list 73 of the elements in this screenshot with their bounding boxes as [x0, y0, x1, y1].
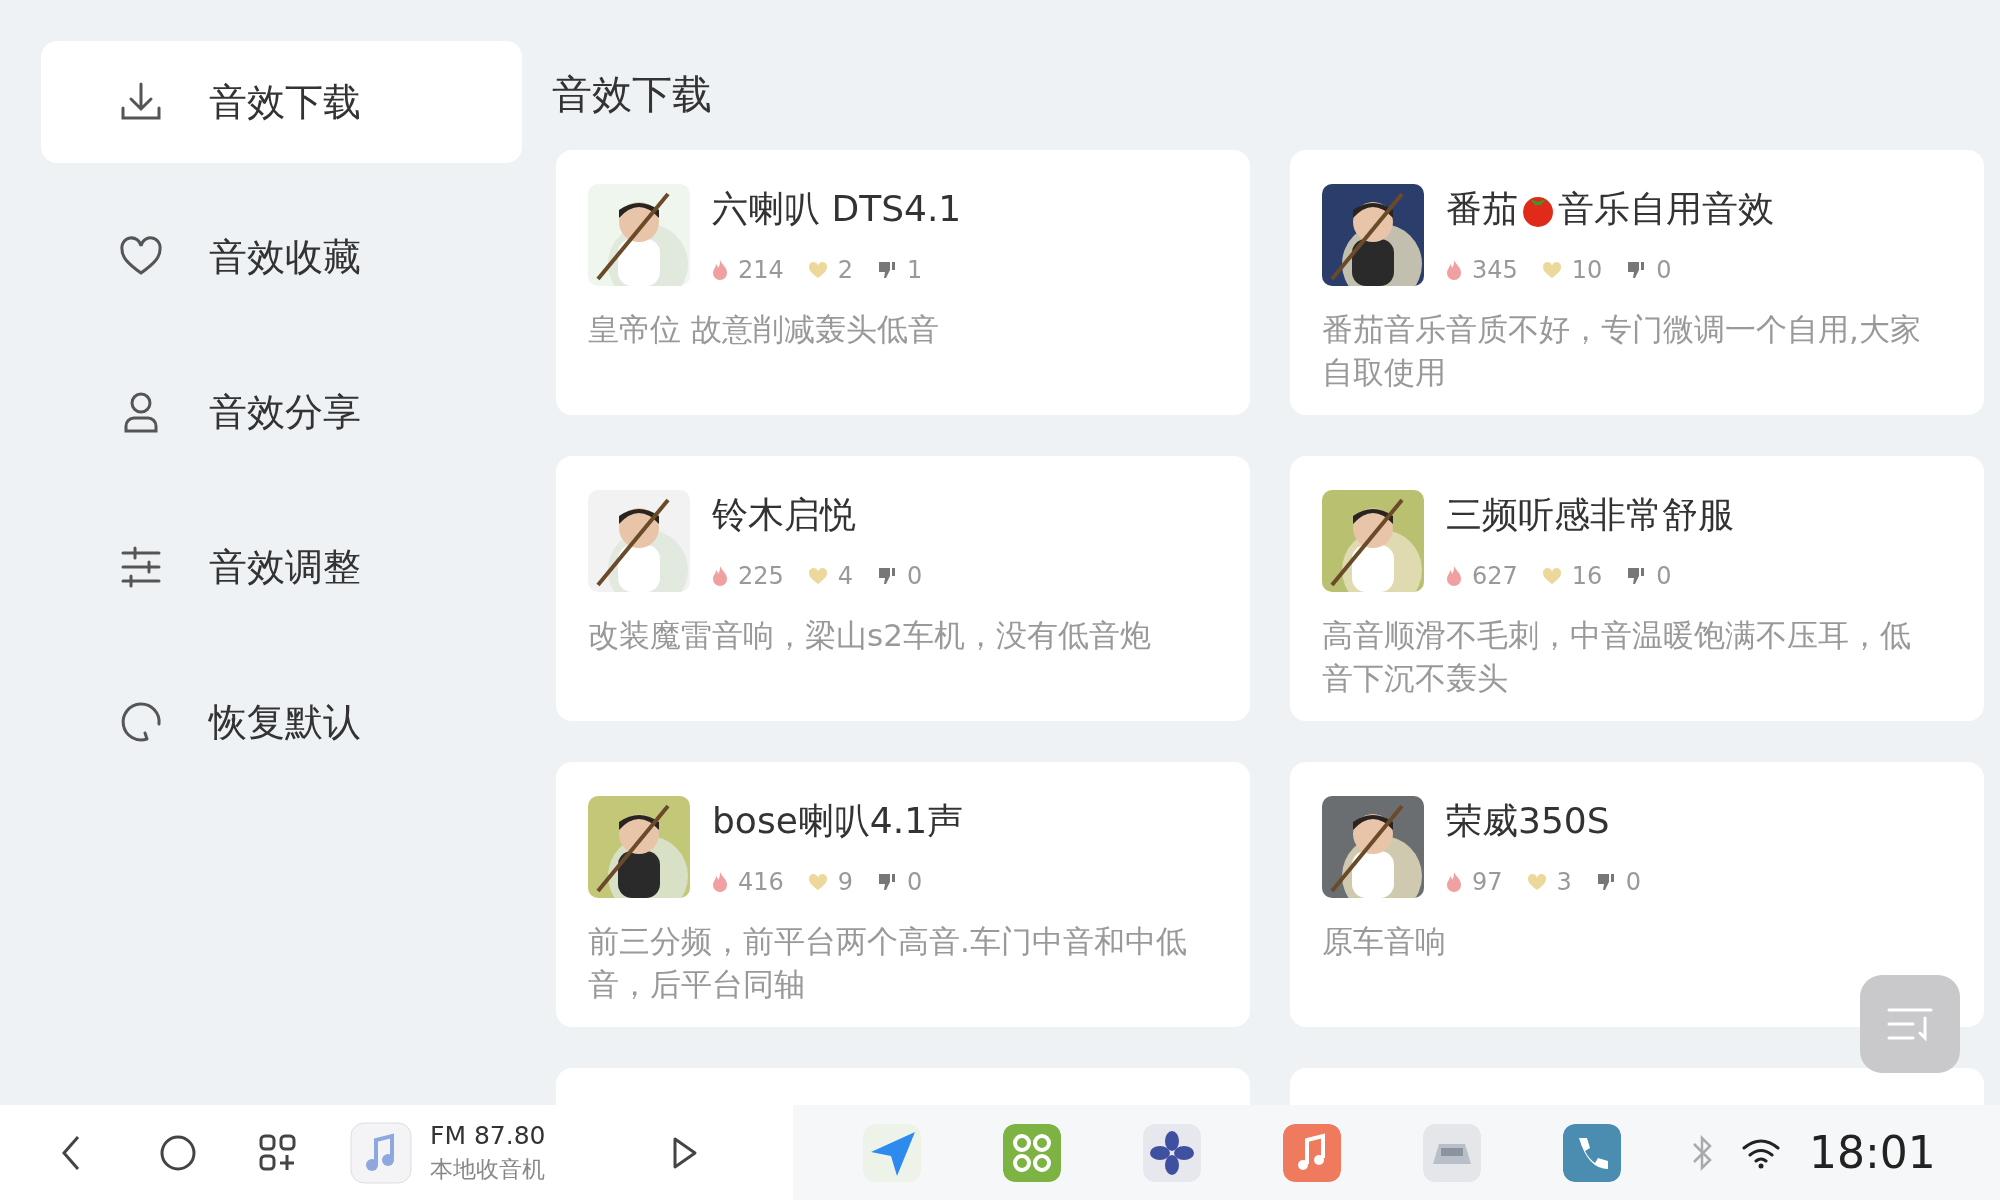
preset-card[interactable]: 番茄 音乐自用音效 345 10 0 番茄音乐音质不好，专门微调一个自用,大家自取使用 — [1290, 150, 1984, 415]
preset-card[interactable]: 荣威350S 97 3 0 原车音响 — [1290, 762, 1984, 1027]
hot-count: 627 — [1472, 562, 1518, 590]
dislike-count: 0 — [1656, 562, 1672, 590]
dislike-count: 1 — [907, 256, 923, 284]
phone-app-icon[interactable] — [1563, 1123, 1621, 1182]
dislike-count: 0 — [1656, 256, 1672, 284]
flame-icon — [712, 259, 728, 281]
flame-icon — [1446, 871, 1462, 893]
flame-icon — [712, 871, 728, 893]
hot-count: 416 — [738, 868, 784, 896]
preset-card[interactable]: 六喇叭 DTS4.1 214 2 1 皇帝位 故意削减轰头低音 — [556, 150, 1250, 415]
heart-icon — [1541, 567, 1562, 585]
heart-icon — [807, 261, 828, 279]
thumbs-down-icon — [877, 872, 898, 892]
preset-description: 前三分频，前平台两个高音.车门中音和中低音，后平台同轴 — [588, 922, 1188, 1004]
preset-title: 铃木启悦 — [712, 493, 857, 537]
hot-count: 214 — [738, 256, 784, 284]
navigation-app-icon[interactable] — [863, 1123, 921, 1182]
preset-description: 高音顺滑不毛刺，中音温暖饱满不压耳，低音下沉不轰头 — [1322, 616, 1912, 698]
page-heading: 音效下载 — [552, 70, 713, 119]
like-count: 4 — [837, 562, 854, 590]
hot-count: 225 — [738, 562, 784, 590]
like-count: 3 — [1556, 868, 1572, 896]
music-app-icon[interactable] — [350, 1121, 412, 1184]
apps-app-icon[interactable] — [1003, 1123, 1061, 1182]
preset-title: 荣威350S — [1446, 799, 1611, 843]
radio-source: 本地收音机 — [430, 1154, 546, 1184]
preset-description: 番茄音乐音质不好，专门微调一个自用,大家自取使用 — [1322, 310, 1922, 392]
flame-icon — [712, 565, 728, 587]
sidebar-item[interactable]: 恢复默认 — [41, 661, 522, 783]
preset-card[interactable]: 铃木启悦 225 4 0 改装魔雷音响，梁山s2车机，没有低音炮 — [556, 456, 1250, 721]
preset-description: 皇帝位 故意削减轰头低音 — [588, 310, 940, 349]
thumbs-down-icon — [877, 260, 898, 280]
flame-icon — [1446, 565, 1462, 587]
like-count: 10 — [1571, 256, 1603, 284]
car-app-icon[interactable] — [1423, 1123, 1481, 1182]
heart-icon — [807, 567, 828, 585]
preset-card[interactable]: bose喇叭4.1声 416 9 0 前三分频，前平台两个高音.车门中音和中低音，后平台同轴 — [556, 762, 1250, 1027]
music-app-icon[interactable] — [1283, 1123, 1341, 1182]
preset-title: 番茄 音乐自用音效 — [1446, 187, 1774, 231]
hot-count: 97 — [1472, 868, 1503, 896]
thumbs-down-icon — [1595, 872, 1616, 892]
sidebar-item[interactable]: 音效调整 — [41, 506, 522, 628]
radio-frequency: FM 87.80 — [430, 1120, 547, 1150]
dislike-count: 0 — [1625, 868, 1642, 896]
heart-icon — [1526, 873, 1547, 891]
flame-icon — [1446, 259, 1462, 281]
clock-time: 18:01 — [1809, 1127, 1936, 1178]
sidebar-item[interactable]: 音效下载 — [41, 41, 522, 163]
sidebar-item[interactable]: 音效分享 — [41, 351, 522, 473]
wifi-icon[interactable] — [1741, 1136, 1781, 1169]
sort-button[interactable] — [1860, 975, 1960, 1073]
fan-app-icon[interactable] — [1143, 1123, 1201, 1182]
heart-icon — [1541, 261, 1562, 279]
preset-description: 原车音响 — [1322, 922, 1447, 961]
dislike-count: 0 — [907, 868, 923, 896]
like-count: 2 — [837, 256, 854, 284]
preset-title: bose喇叭4.1声 — [712, 799, 964, 843]
thumbs-down-icon — [877, 566, 898, 586]
heart-icon — [807, 873, 828, 891]
dislike-count: 0 — [907, 562, 923, 590]
preset-card[interactable]: 三频听感非常舒服 627 16 0 高音顺滑不毛刺，中音温暖饱满不压耳，低音下沉不轰头 — [1290, 456, 1984, 721]
thumbs-down-icon — [1626, 566, 1647, 586]
hot-count: 345 — [1472, 256, 1518, 284]
preset-title: 三频听感非常舒服 — [1446, 493, 1734, 537]
like-count: 16 — [1571, 562, 1603, 590]
apps-icon[interactable] — [258, 1132, 298, 1173]
like-count: 9 — [837, 868, 854, 896]
thumbs-down-icon — [1626, 260, 1647, 280]
sidebar-item[interactable]: 音效收藏 — [41, 196, 522, 318]
preset-description: 改装魔雷音响，梁山s2车机，没有低音炮 — [588, 616, 1152, 655]
preset-title: 六喇叭 DTS4.1 — [712, 187, 962, 231]
